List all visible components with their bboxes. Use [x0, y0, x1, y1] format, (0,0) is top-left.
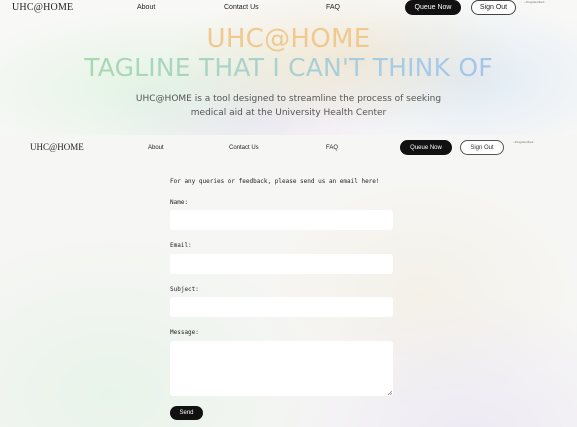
user-tag: ~thingidentified: [513, 140, 534, 144]
queue-now-button[interactable]: Queue Now: [400, 140, 452, 155]
nav-link-contact-us[interactable]: Contact Us: [224, 4, 259, 11]
email-field[interactable]: [170, 254, 393, 274]
site-logo[interactable]: UHC@HOME: [12, 2, 73, 13]
hero-title: UHC@HOME: [206, 24, 371, 54]
send-button[interactable]: Send: [170, 406, 203, 420]
sign-out-button[interactable]: Sign Out: [471, 0, 516, 15]
message-textarea[interactable]: [170, 341, 393, 396]
hero-description: UHC@HOME is a tool designed to streamlin…: [135, 94, 442, 118]
site-logo[interactable]: UHC@HOME: [30, 142, 84, 152]
nav-link-contact-us[interactable]: Contact Us: [229, 145, 259, 151]
name-field[interactable]: [170, 210, 393, 230]
nav-link-about[interactable]: About: [148, 145, 164, 151]
message-label: Message:: [170, 329, 199, 336]
name-label: Name:: [170, 199, 189, 206]
contact-navbar: UHC@HOME About Contact Us FAQ Queue Now …: [0, 139, 577, 159]
hero-tagline: TAGLINE THAT I CAN'T THINK OF: [0, 53, 577, 83]
resize-handle-icon[interactable]: [387, 390, 392, 395]
nav-link-faq[interactable]: FAQ: [326, 4, 340, 11]
nav-link-faq[interactable]: FAQ: [326, 145, 338, 151]
nav-link-about[interactable]: About: [137, 4, 155, 11]
user-tag: ~thingidentified: [524, 0, 545, 4]
sign-out-button[interactable]: Sign Out: [460, 140, 504, 155]
subject-field[interactable]: [170, 297, 393, 317]
top-navbar: UHC@HOME About Contact Us FAQ Queue Now …: [0, 0, 577, 17]
queue-now-button[interactable]: Queue Now: [405, 0, 461, 15]
email-label: Email:: [170, 242, 192, 249]
subject-label: Subject:: [170, 286, 199, 293]
form-intro: For any queries or feedback, please send…: [170, 178, 380, 185]
